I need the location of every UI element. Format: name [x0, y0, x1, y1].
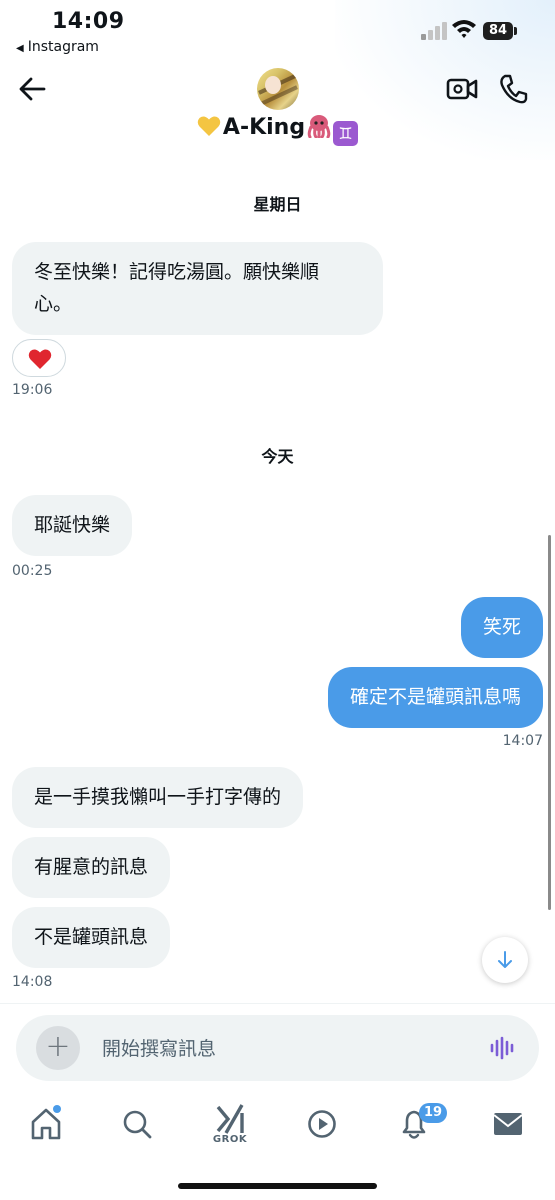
wifi-icon: [452, 20, 476, 38]
heart-reaction[interactable]: [12, 339, 66, 377]
grok-tab-icon[interactable]: [212, 1103, 248, 1135]
message-text-line: 心。: [34, 293, 73, 315]
message-text: 有腥意的訊息: [34, 856, 149, 878]
incoming-message[interactable]: 是一手摸我懶叫一手打字傳的: [12, 767, 304, 828]
message-text: 確定不是罐頭訊息嗎: [349, 686, 521, 708]
composer-divider: [0, 1003, 555, 1004]
message-text: 耶誕快樂: [34, 514, 111, 536]
outgoing-message[interactable]: 笑死: [460, 597, 543, 658]
cellular-signal-icon: [421, 22, 447, 40]
back-triangle-icon: ◀: [16, 43, 24, 54]
contact-avatar[interactable]: [257, 68, 299, 110]
yellow-heart-emoji: [197, 116, 221, 136]
video-tab-icon[interactable]: [304, 1103, 340, 1143]
add-attachment-button[interactable]: +: [36, 1026, 80, 1070]
message-text: 笑死: [482, 616, 521, 638]
message-composer: +: [16, 1015, 539, 1081]
message-text: 不是罐頭訊息: [34, 926, 149, 948]
message-timestamp: 14:08: [12, 974, 53, 990]
contact-name-row[interactable]: A-King ♊: [0, 114, 555, 146]
incoming-message[interactable]: 不是罐頭訊息: [12, 907, 171, 968]
gemini-emoji: ♊: [333, 121, 359, 146]
back-arrow-icon[interactable]: [18, 76, 46, 102]
message-timestamp: 14:07: [502, 733, 543, 749]
scrollbar[interactable]: [548, 535, 551, 910]
day-divider-today: 今天: [261, 447, 294, 466]
outgoing-message[interactable]: 確定不是罐頭訊息嗎: [327, 667, 543, 728]
message-timestamp: 00:25: [12, 563, 53, 579]
video-call-icon[interactable]: [446, 75, 478, 103]
phone-call-icon[interactable]: [498, 73, 528, 105]
arrow-down-icon: [498, 951, 512, 968]
message-timestamp: 19:06: [12, 382, 53, 398]
home-unread-dot: [53, 1105, 61, 1113]
search-tab-icon[interactable]: [119, 1103, 155, 1143]
scroll-to-bottom-button[interactable]: [482, 937, 528, 983]
incoming-message[interactable]: 冬至快樂！記得吃湯圓。願快樂順 心。: [12, 242, 383, 335]
back-app-label: Instagram: [27, 39, 99, 55]
home-indicator[interactable]: [178, 1183, 377, 1189]
red-heart-emoji: [28, 349, 52, 369]
day-divider-sunday: 星期日: [253, 195, 302, 214]
messages-tab-icon[interactable]: [490, 1103, 526, 1143]
message-text: 是一手摸我懶叫一手打字傳的: [34, 786, 282, 808]
status-time: 14:09: [52, 9, 125, 34]
status-bar: 14:09 ◀ Instagram 84: [0, 0, 555, 160]
battery-tip: [514, 27, 517, 35]
contact-name: A-King: [222, 115, 306, 140]
message-text-line: 冬至快樂！記得吃湯圓。願快樂順: [34, 261, 320, 283]
octopus-emoji: [307, 115, 331, 138]
back-to-app-link[interactable]: ◀ Instagram: [16, 39, 99, 55]
grok-tab-label: GROK: [212, 1134, 248, 1145]
voice-message-icon[interactable]: [490, 1036, 516, 1060]
notifications-badge: 19: [419, 1103, 448, 1123]
message-input[interactable]: [102, 1035, 472, 1063]
incoming-message[interactable]: 耶誕快樂: [12, 495, 133, 556]
incoming-message[interactable]: 有腥意的訊息: [12, 837, 171, 898]
battery-indicator: 84: [483, 22, 513, 40]
